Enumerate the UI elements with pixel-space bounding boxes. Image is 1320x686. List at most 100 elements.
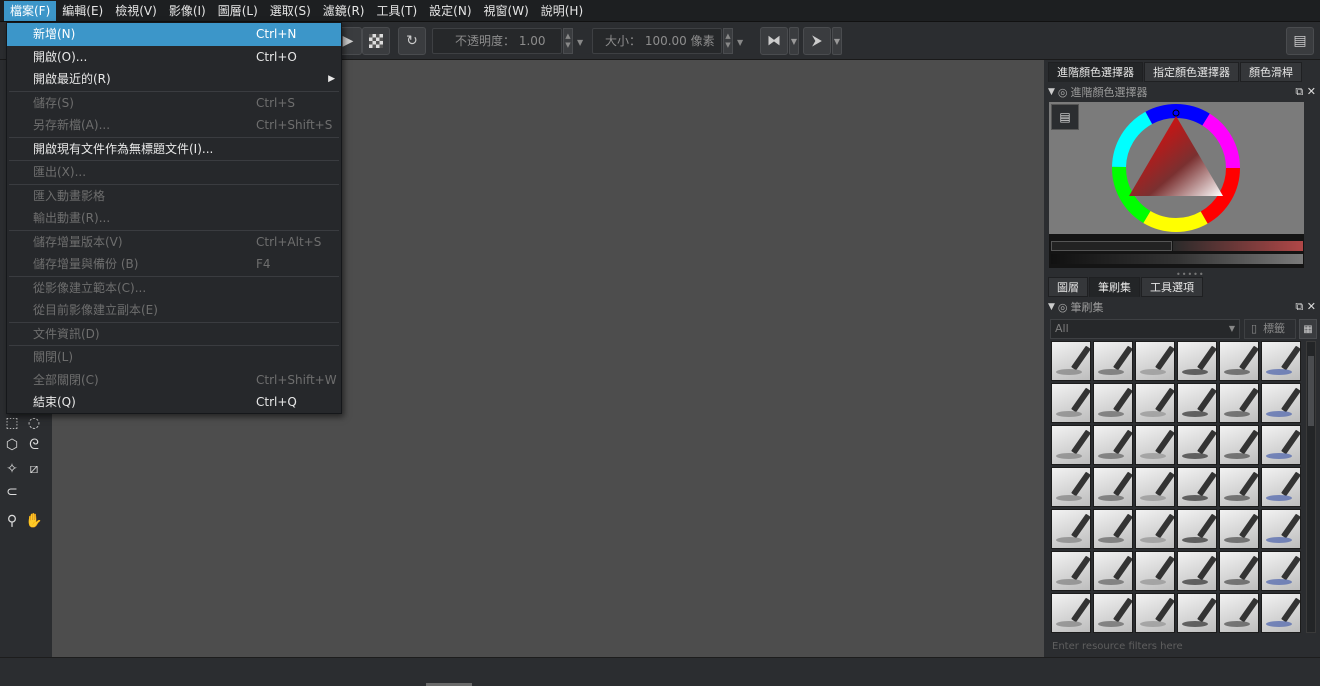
similar-select-icon[interactable]: ⧄	[25, 460, 43, 478]
file-menu-item[interactable]: 新增(N) Ctrl+N	[7, 23, 341, 46]
brush-preset-thumbnail[interactable]	[1261, 593, 1301, 633]
previous-color-swatch[interactable]	[1173, 241, 1303, 251]
brush-preset-thumbnail[interactable]	[1135, 341, 1175, 381]
brush-preset-thumbnail[interactable]	[1219, 467, 1259, 507]
brush-preset-thumbnail[interactable]	[1093, 383, 1133, 423]
mirror-horizontal-options[interactable]: ▼	[789, 27, 799, 55]
view-mode-button[interactable]: ▦	[1299, 319, 1317, 339]
bezier-select-icon[interactable]: ⊂	[3, 483, 21, 501]
brush-preset-thumbnail[interactable]	[1135, 383, 1175, 423]
freehand-select-icon[interactable]: ᘓ	[25, 436, 43, 454]
brush-preset-thumbnail[interactable]	[1177, 341, 1217, 381]
brush-preset-thumbnail[interactable]	[1093, 425, 1133, 465]
brush-preset-thumbnail[interactable]	[1051, 593, 1091, 633]
brush-preset-thumbnail[interactable]	[1177, 551, 1217, 591]
scrollbar-thumb[interactable]	[1308, 356, 1314, 426]
brush-preset-thumbnail[interactable]	[1051, 467, 1091, 507]
menu-10[interactable]: 說明(H)	[535, 1, 589, 21]
brush-preset-thumbnail[interactable]	[1219, 509, 1259, 549]
file-menu-item[interactable]: 結束(Q) Ctrl+Q	[7, 391, 341, 414]
brush-preset-thumbnail[interactable]	[1051, 383, 1091, 423]
color-history-strip[interactable]	[1049, 234, 1304, 268]
magic-wand-icon[interactable]: ✧	[3, 460, 21, 478]
tab-brush-presets[interactable]: 筆刷集	[1089, 277, 1140, 297]
brush-preset-thumbnail[interactable]	[1219, 425, 1259, 465]
brush-preset-thumbnail[interactable]	[1219, 551, 1259, 591]
menu-4[interactable]: 圖層(L)	[212, 1, 264, 21]
size-spinner[interactable]: ▲ ▼	[723, 28, 733, 54]
brush-preset-thumbnail[interactable]	[1135, 425, 1175, 465]
brush-preset-thumbnail[interactable]	[1177, 509, 1217, 549]
file-menu-item[interactable]: 開啟最近的(R) ▶	[7, 68, 341, 91]
mirror-vertical-button[interactable]: ⮞	[803, 27, 831, 55]
brush-preset-thumbnail[interactable]	[1219, 341, 1259, 381]
hue-wheel[interactable]	[1049, 102, 1304, 234]
brush-preset-thumbnail[interactable]	[1093, 551, 1133, 591]
menu-6[interactable]: 濾鏡(R)	[317, 1, 371, 21]
brush-preset-thumbnail[interactable]	[1261, 467, 1301, 507]
brush-preset-thumbnail[interactable]	[1093, 593, 1133, 633]
brush-preset-thumbnail[interactable]	[1093, 341, 1133, 381]
menu-7[interactable]: 工具(T)	[370, 1, 423, 21]
resource-filter-input[interactable]: Enter resource filters here	[1050, 638, 1316, 656]
chevron-down-icon[interactable]: ▼	[577, 38, 583, 47]
brush-preset-thumbnail[interactable]	[1051, 551, 1091, 591]
brush-preset-thumbnail[interactable]	[1135, 593, 1175, 633]
brush-preset-thumbnail[interactable]	[1135, 551, 1175, 591]
rect-select-icon[interactable]: ⬚	[3, 414, 21, 432]
workspace-button[interactable]: ▤	[1286, 27, 1314, 55]
brush-preset-thumbnail[interactable]	[1093, 467, 1133, 507]
tab-specific-color[interactable]: 指定顏色選擇器	[1144, 62, 1239, 82]
float-close-icon[interactable]: ⧉ ✕	[1295, 85, 1316, 99]
menu-3[interactable]: 影像(I)	[163, 1, 212, 21]
float-close-icon[interactable]: ⧉ ✕	[1295, 300, 1316, 314]
mirror-vertical-options[interactable]: ▼	[832, 27, 842, 55]
brush-preset-thumbnail[interactable]	[1051, 425, 1091, 465]
tab-layers[interactable]: 圖層	[1048, 277, 1088, 297]
brush-preset-thumbnail[interactable]	[1051, 509, 1091, 549]
menu-0[interactable]: 檔案(F)	[4, 0, 57, 21]
opacity-field[interactable]: 不透明度： 1.00	[432, 28, 562, 54]
mirror-horizontal-button[interactable]: ⧓	[760, 27, 788, 55]
menu-8[interactable]: 設定(N)	[423, 1, 477, 21]
brush-preset-thumbnail[interactable]	[1261, 509, 1301, 549]
brush-preset-thumbnail[interactable]	[1219, 593, 1259, 633]
tab-advanced-color[interactable]: 進階顏色選擇器	[1048, 62, 1143, 82]
menu-2[interactable]: 檢視(V)	[109, 1, 163, 21]
brush-preset-thumbnail[interactable]	[1261, 383, 1301, 423]
brush-preset-thumbnail[interactable]	[1261, 341, 1301, 381]
menu-1[interactable]: 編輯(E)	[56, 1, 109, 21]
lock-icon[interactable]: ◎	[1058, 301, 1068, 314]
menu-5[interactable]: 選取(S)	[264, 1, 317, 21]
brush-preset-thumbnail[interactable]	[1177, 593, 1217, 633]
brush-preset-thumbnail[interactable]	[1177, 425, 1217, 465]
alpha-lock-button[interactable]	[362, 27, 390, 55]
brush-tag-combo[interactable]: All ▼	[1050, 319, 1240, 339]
ellipse-select-icon[interactable]: ◌	[25, 414, 43, 432]
pan-hand-icon[interactable]: ✋	[25, 512, 43, 530]
collapse-triangle-icon[interactable]: ▼	[1048, 87, 1055, 97]
menu-9[interactable]: 視窗(W)	[478, 1, 535, 21]
collapse-triangle-icon[interactable]: ▼	[1048, 302, 1055, 312]
size-field[interactable]: 大小： 100.00 像素	[592, 28, 722, 54]
lock-icon[interactable]: ◎	[1058, 86, 1068, 99]
current-color-swatch[interactable]	[1051, 241, 1172, 251]
file-menu-item[interactable]: 開啟(O)... Ctrl+O	[7, 46, 341, 69]
brush-scrollbar[interactable]	[1306, 341, 1316, 633]
brush-preset-thumbnail[interactable]	[1051, 341, 1091, 381]
zoom-icon[interactable]: ⚲	[3, 512, 21, 530]
opacity-spinner[interactable]: ▲ ▼	[563, 28, 573, 54]
brush-preset-thumbnail[interactable]	[1093, 509, 1133, 549]
chevron-down-icon[interactable]: ▼	[737, 38, 743, 47]
color-history-row[interactable]	[1051, 254, 1303, 264]
file-menu-item[interactable]: 開啟現有文件作為無標題文件(I)...	[7, 138, 341, 161]
brush-preset-thumbnail[interactable]	[1135, 467, 1175, 507]
brush-preset-thumbnail[interactable]	[1261, 425, 1301, 465]
tab-color-sliders[interactable]: 顏色滑桿	[1240, 62, 1302, 82]
brush-preset-thumbnail[interactable]	[1135, 509, 1175, 549]
reload-preset-button[interactable]: ↻	[398, 27, 426, 55]
tab-tool-options[interactable]: 工具選項	[1141, 277, 1203, 297]
brush-preset-thumbnail[interactable]	[1261, 551, 1301, 591]
brush-preset-thumbnail[interactable]	[1177, 383, 1217, 423]
brush-preset-thumbnail[interactable]	[1219, 383, 1259, 423]
